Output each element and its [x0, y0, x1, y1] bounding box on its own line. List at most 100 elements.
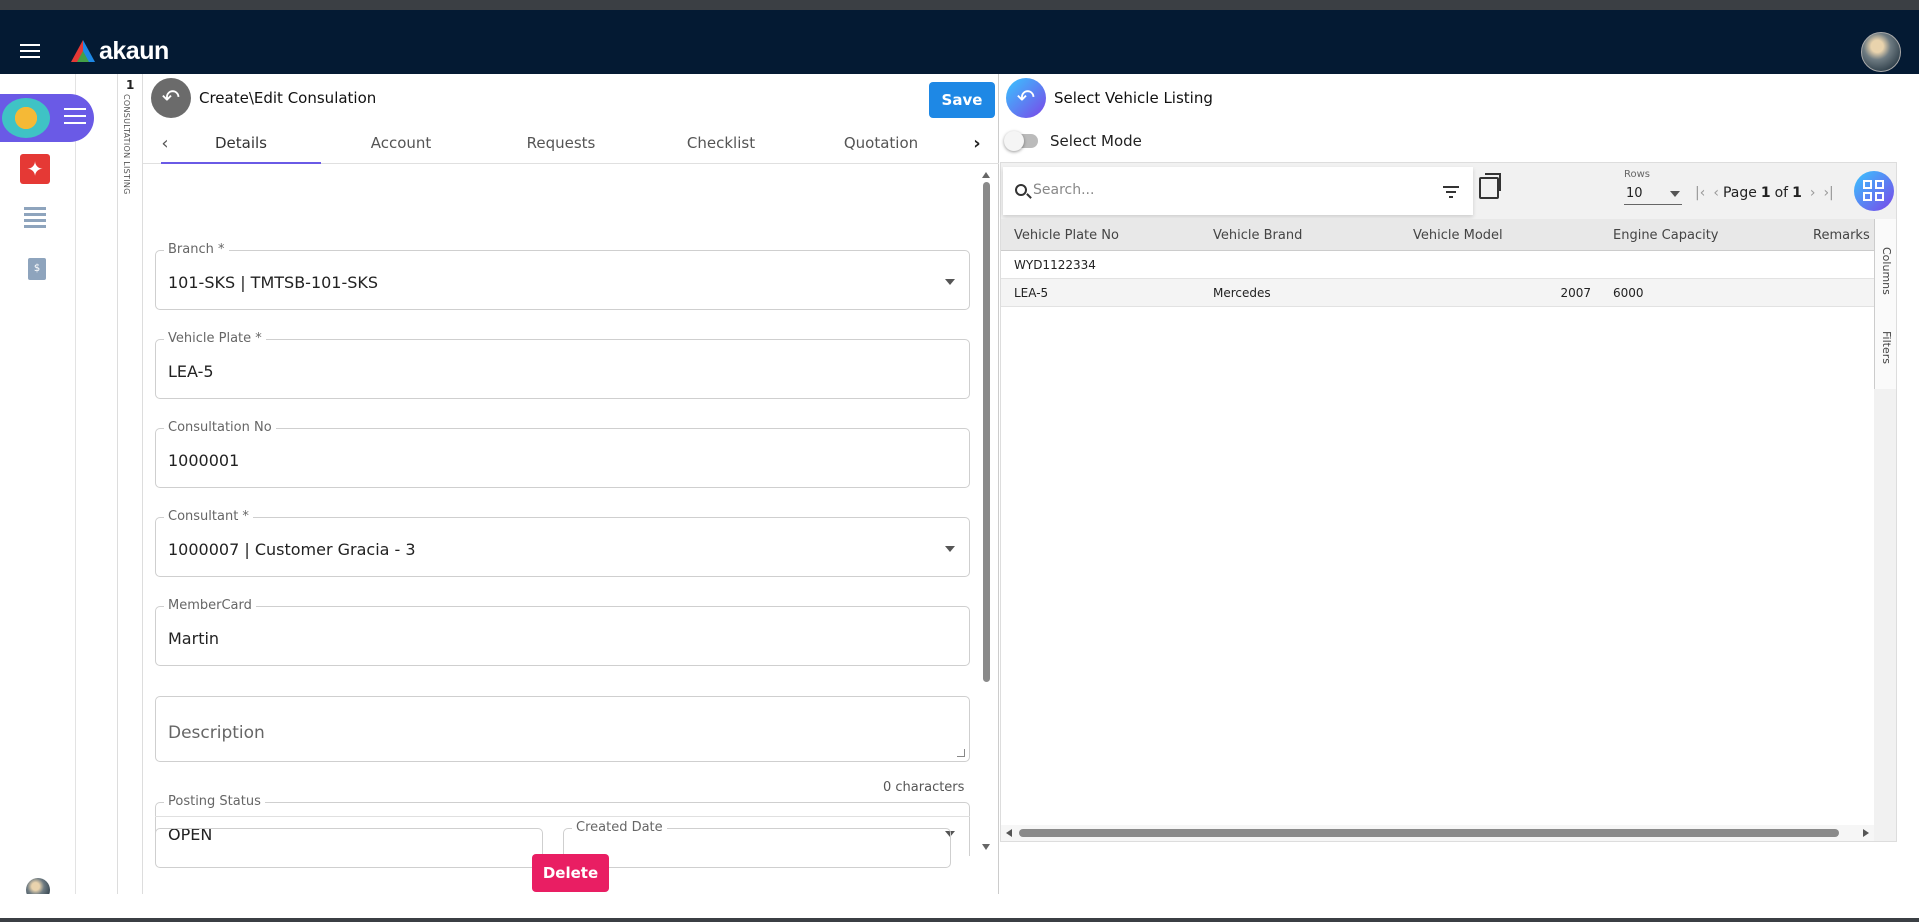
cell-model: 2007: [1560, 286, 1591, 300]
copy-icon[interactable]: [1479, 173, 1501, 199]
user-avatar[interactable]: [1861, 32, 1901, 72]
cell-plate: LEA-5: [1014, 286, 1049, 300]
tab-scroll-right-icon[interactable]: ›: [965, 132, 989, 156]
vehicle-plate-label: Vehicle Plate *: [164, 331, 266, 346]
tab-quotation[interactable]: Quotation: [801, 122, 961, 164]
rows-per-page-value: 10: [1626, 186, 1643, 201]
branch-select[interactable]: Branch * 101-SKS | TMTSB-101-SKS: [155, 242, 970, 310]
table-row[interactable]: WYD1122334: [1001, 251, 1874, 279]
scroll-right-icon[interactable]: [1863, 829, 1869, 837]
scroll-thumb[interactable]: [983, 182, 990, 682]
form-divider: [155, 816, 970, 817]
description-char-count: 0 characters: [883, 780, 965, 795]
columns-side-tab[interactable]: Columns: [1880, 247, 1893, 295]
first-page-icon[interactable]: |‹: [1695, 185, 1705, 201]
table-body-area: [1001, 279, 1874, 827]
detail-tabs: ‹ Details Account Requests Checklist Quo…: [143, 122, 999, 164]
pagination: |‹ ‹ Page 1 of 1 › ›|: [1691, 185, 1838, 201]
akaun-logo[interactable]: akaun: [70, 36, 169, 66]
tab-requests[interactable]: Requests: [481, 122, 641, 164]
membercard-value: Martin: [168, 629, 220, 648]
vehicle-panel-title: Select Vehicle Listing: [1054, 89, 1213, 107]
rows-per-page-select[interactable]: 10: [1624, 183, 1682, 205]
page-word: Page: [1722, 185, 1757, 201]
table-header: Vehicle Plate No Vehicle Brand Vehicle M…: [1001, 219, 1874, 251]
tab-checklist[interactable]: Checklist: [641, 122, 801, 164]
scroll-down-icon[interactable]: [982, 844, 990, 850]
chevron-down-icon: [1670, 191, 1680, 197]
scroll-up-icon[interactable]: [982, 172, 990, 178]
chevron-down-icon[interactable]: [945, 546, 955, 552]
description-placeholder: Description: [168, 723, 265, 743]
document-icon[interactable]: $: [28, 258, 46, 280]
next-page-icon[interactable]: ›: [1810, 185, 1816, 201]
description-textarea[interactable]: Description: [155, 696, 970, 762]
membercard-label: MemberCard: [164, 598, 256, 613]
prev-page-icon[interactable]: ‹: [1713, 185, 1719, 201]
back-arrow-icon[interactable]: ↶: [1006, 78, 1046, 118]
cell-plate: WYD1122334: [1014, 258, 1096, 272]
form-vertical-scrollbar[interactable]: [981, 172, 991, 850]
select-mode-row: Select Mode: [1004, 126, 1142, 156]
grid-view-icon[interactable]: [1854, 171, 1894, 211]
consultant-value: 1000007 | Customer Gracia - 3: [168, 540, 416, 559]
akaun-logo-mark-icon: [71, 40, 95, 62]
table-row[interactable]: LEA-5 Mercedes 2007 6000: [1001, 279, 1874, 307]
panel-header: ↶ Create\Edit Consulation: [151, 78, 376, 118]
vehicle-plate-value: LEA-5: [168, 362, 214, 381]
delete-button[interactable]: Delete: [532, 854, 609, 892]
table-horizontal-scrollbar[interactable]: [1001, 825, 1874, 841]
search-input[interactable]: Search...: [1003, 167, 1473, 215]
select-mode-toggle[interactable]: [1004, 131, 1038, 151]
window-bottom-strip: [0, 918, 1919, 922]
filters-side-tab[interactable]: Filters: [1880, 331, 1893, 364]
details-form: Branch * 101-SKS | TMTSB-101-SKS Vehicle…: [143, 166, 999, 856]
select-vehicle-listing-panel: ↶ Select Vehicle Listing Select Mode Sea…: [1000, 74, 1919, 894]
current-page: 1: [1760, 185, 1771, 201]
col-vehicle-brand[interactable]: Vehicle Brand: [1213, 228, 1302, 243]
created-date-label: Created Date: [572, 820, 667, 835]
vehicle-plate-field[interactable]: Vehicle Plate * LEA-5: [155, 331, 970, 399]
tab-account[interactable]: Account: [321, 122, 481, 164]
filter-icon[interactable]: [1443, 186, 1459, 198]
created-date-field[interactable]: Created Date: [563, 820, 951, 868]
vehicle-grid: Search... Rows 10 |‹ ‹ Page 1 of 1 › ›| …: [1000, 162, 1897, 842]
scroll-thumb[interactable]: [1019, 829, 1839, 837]
brand-name: akaun: [99, 36, 169, 65]
pdf-icon[interactable]: ✦: [20, 154, 50, 184]
posting-status-label: Posting Status: [164, 794, 265, 809]
tab-details[interactable]: Details: [161, 122, 321, 164]
expand-menu-icon[interactable]: [64, 108, 86, 126]
tab-number: 1: [126, 78, 135, 92]
resize-handle-icon[interactable]: [957, 749, 965, 757]
create-edit-consultation-panel: ↶ Create\Edit Consulation Save ‹ Details…: [143, 74, 999, 894]
bottom-left-field[interactable]: [155, 828, 543, 868]
select-mode-label: Select Mode: [1050, 132, 1142, 150]
rows-label: Rows: [1624, 169, 1651, 180]
scroll-left-icon[interactable]: [1006, 829, 1012, 837]
consultant-label: Consultant *: [164, 509, 253, 524]
col-vehicle-model[interactable]: Vehicle Model: [1413, 228, 1503, 243]
chevron-down-icon[interactable]: [945, 279, 955, 285]
cell-brand: Mercedes: [1213, 286, 1271, 300]
car-app-icon: [2, 98, 50, 138]
consultation-no-label: Consultation No: [164, 420, 276, 435]
col-remarks[interactable]: Remarks: [1813, 228, 1870, 243]
list-icon[interactable]: [20, 204, 50, 234]
col-vehicle-plate-no[interactable]: Vehicle Plate No: [1014, 228, 1119, 243]
last-page-icon[interactable]: ›|: [1823, 185, 1833, 201]
consultation-no-field[interactable]: Consultation No 1000001: [155, 420, 970, 488]
search-icon: [1015, 184, 1027, 196]
col-engine-capacity[interactable]: Engine Capacity: [1613, 228, 1719, 243]
left-app-sidebar: ✦ $: [0, 74, 94, 922]
vehicle-panel-header: ↶ Select Vehicle Listing: [1006, 78, 1213, 118]
back-arrow-icon[interactable]: ↶: [151, 78, 191, 118]
membercard-field[interactable]: MemberCard Martin: [155, 598, 970, 666]
save-button[interactable]: Save: [929, 82, 995, 118]
consultant-select[interactable]: Consultant * 1000007 | Customer Gracia -…: [155, 509, 970, 577]
search-placeholder: Search...: [1033, 182, 1095, 198]
active-app-button[interactable]: [0, 94, 94, 142]
consultation-listing-tab[interactable]: 1 CONSULTATION LISTING: [117, 74, 143, 894]
branch-value: 101-SKS | TMTSB-101-SKS: [168, 273, 379, 292]
hamburger-menu-icon[interactable]: [20, 44, 40, 58]
